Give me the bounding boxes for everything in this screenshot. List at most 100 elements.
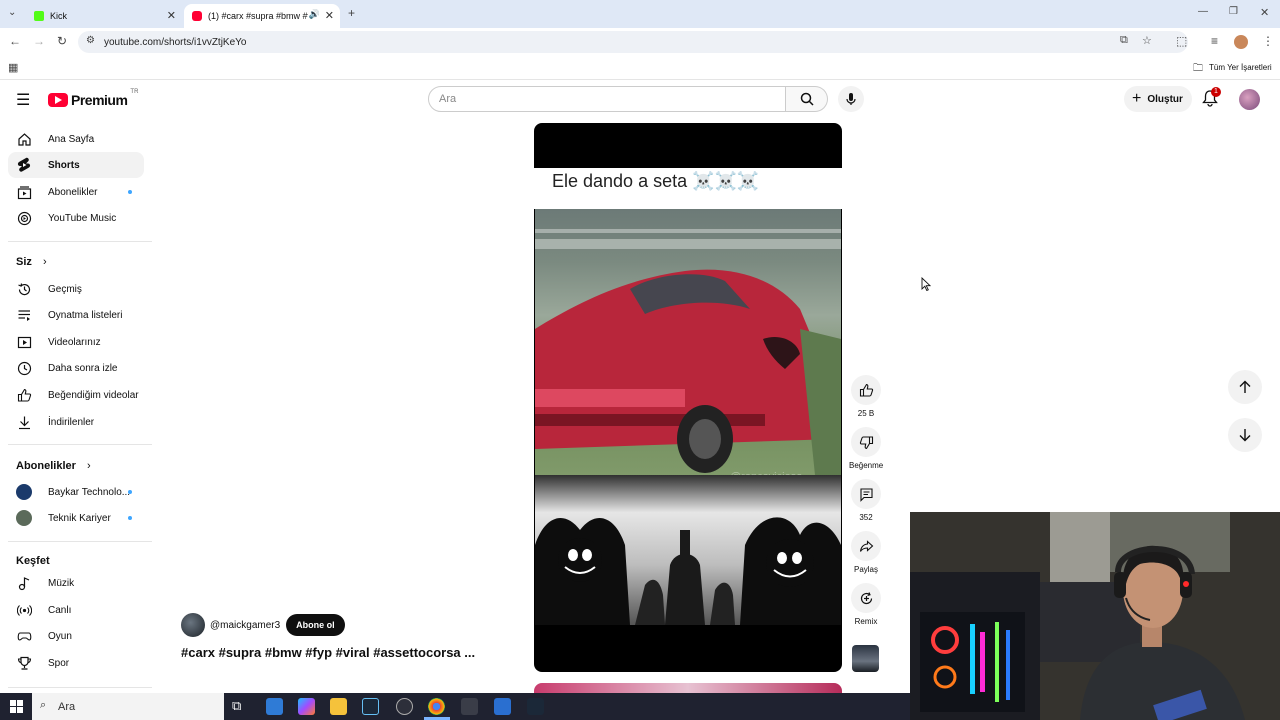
sidebar-item-playlists[interactable]: Oynatma listeleri	[8, 302, 144, 328]
dislike-label: Beğenme	[849, 461, 884, 470]
window-close-icon[interactable]: ✕	[1260, 6, 1269, 19]
app-icon-obs[interactable]	[396, 698, 413, 715]
app-icon-4[interactable]	[527, 698, 544, 715]
app-icon-3[interactable]	[494, 698, 511, 715]
sidebar-item-live[interactable]: Canlı	[8, 597, 144, 623]
taskbar-search-placeholder: Ara	[58, 700, 76, 713]
back-icon[interactable]: ←	[9, 34, 21, 48]
taskbar-search[interactable]: ⌕ Ara	[32, 693, 224, 720]
search-input[interactable]: Ara	[428, 86, 786, 112]
remix-button[interactable]	[851, 583, 881, 613]
bookmark-star-icon[interactable]: ☆	[1142, 34, 1152, 47]
steam-icon[interactable]	[362, 698, 379, 715]
sidebar-item-channel-teknik-kariyer[interactable]: Teknik Kariyer	[8, 505, 144, 531]
extensions-icon[interactable]: ⬚	[1176, 34, 1187, 48]
like-action[interactable]: 25 B	[849, 375, 883, 418]
menu-dots-icon[interactable]: ⋮	[1262, 34, 1274, 48]
dislike-button[interactable]	[851, 427, 881, 457]
short-title[interactable]: #carx #supra #bmw #fyp #viral #assettoco…	[181, 645, 475, 660]
sidebar-item-liked-videos[interactable]: Beğendiğim videolar	[8, 382, 144, 408]
tab-youtube[interactable]: (1) #carx #supra #bmw #fyp 🔊 ✕	[184, 4, 340, 28]
voice-search-button[interactable]	[838, 86, 864, 112]
sidebar-item-history[interactable]: Geçmiş	[8, 276, 144, 302]
sidebar-item-channel-baykar[interactable]: Baykar Technolo...	[8, 479, 144, 505]
profile-avatar[interactable]	[1234, 35, 1248, 49]
tab-search-icon[interactable]: ⌄	[8, 7, 16, 18]
sidebar-item-shorts[interactable]: Shorts	[8, 152, 144, 178]
chrome-icon[interactable]	[428, 698, 445, 715]
youtube-logo[interactable]: Premium TR	[48, 89, 139, 108]
new-tab-icon[interactable]: +	[348, 6, 355, 20]
comments-button[interactable]	[851, 479, 881, 509]
remix-action[interactable]: Remix	[849, 583, 883, 626]
create-button[interactable]: + Oluştur	[1124, 86, 1192, 112]
search-icon	[800, 92, 814, 106]
app-icon-1[interactable]	[266, 698, 283, 715]
sidebar-item-label: Geçmiş	[48, 283, 82, 295]
new-content-dot	[128, 490, 132, 494]
chevron-right-icon: ›	[42, 256, 47, 268]
minimize-icon[interactable]: —	[1198, 6, 1208, 17]
previous-short-button[interactable]	[1228, 370, 1262, 404]
all-bookmarks-label[interactable]: Tüm Yer İşaretleri	[1209, 63, 1272, 72]
subscriptions-section-header[interactable]: Abonelikler ›	[16, 460, 91, 472]
dislike-action[interactable]: Beğenme	[849, 427, 883, 470]
task-view-icon[interactable]: ⧉	[232, 698, 241, 714]
channel-name[interactable]: @maickgamer3	[210, 620, 280, 631]
forward-icon[interactable]: →	[33, 34, 45, 48]
share-button[interactable]	[851, 531, 881, 561]
you-section-header[interactable]: Siz ›	[16, 256, 47, 268]
explore-section-header: Keşfet	[16, 555, 50, 567]
sidebar-item-gaming[interactable]: Oyun	[8, 623, 144, 649]
subscribe-button[interactable]: Abone ol	[286, 614, 345, 636]
notifications-button[interactable]: 1	[1202, 87, 1221, 112]
media-control-icon[interactable]: ≡	[1211, 34, 1218, 48]
tab-kick[interactable]: Kick ✕	[26, 4, 182, 28]
sound-thumbnail[interactable]	[852, 645, 879, 672]
restore-icon[interactable]: ❐	[1229, 6, 1238, 17]
address-bar[interactable]: ⚙ youtube.com/shorts/i1vvZtjKeYo ⧉ ☆	[78, 31, 1188, 53]
logo-region: TR	[130, 89, 139, 95]
speaker-icon[interactable]: 🔊	[309, 9, 320, 20]
channel-avatar[interactable]	[181, 613, 205, 637]
windows-start-icon[interactable]	[10, 700, 23, 713]
sidebar-divider	[8, 444, 152, 445]
sidebar-item-label: Daha sonra izle	[48, 362, 118, 374]
sidebar-item-label: Müzik	[48, 577, 75, 589]
account-avatar[interactable]	[1239, 89, 1260, 110]
sidebar-item-downloads[interactable]: İndirilenler	[8, 409, 144, 435]
mouse-cursor-icon	[921, 277, 931, 291]
share-action[interactable]: Paylaş	[849, 531, 883, 574]
sidebar-item-music[interactable]: Müzik	[8, 570, 144, 596]
sidebar-item-label: Shorts	[48, 159, 80, 171]
sidebar-item-home[interactable]: Ana Sayfa	[8, 126, 144, 152]
sidebar-item-label: İndirilenler	[48, 416, 95, 428]
sidebar-item-subscriptions[interactable]: Abonelikler	[8, 179, 144, 205]
sidebar-item-your-videos[interactable]: Videolarınız	[8, 329, 144, 355]
section-title: Siz	[16, 256, 32, 268]
shorts-video-player[interactable]: Ele dando a seta ☠️☠️☠️ @roncovicioso	[534, 123, 842, 672]
hamburger-menu-icon[interactable]: ☰	[16, 90, 30, 110]
sidebar-item-sports[interactable]: Spor	[8, 650, 144, 676]
install-icon[interactable]: ⧉	[1120, 34, 1128, 47]
arrow-up-icon	[1239, 380, 1251, 393]
tab-close-icon[interactable]: ✕	[167, 9, 176, 22]
like-button[interactable]	[851, 375, 881, 405]
search-button[interactable]	[786, 86, 828, 112]
gaming-icon	[16, 628, 32, 644]
sidebar-item-youtube-music[interactable]: YouTube Music	[8, 205, 144, 231]
bookmarks-bar: ▦ 🗀 Tüm Yer İşaretleri	[0, 56, 1280, 80]
tab-close-icon[interactable]: ✕	[325, 9, 334, 22]
copilot-icon[interactable]	[298, 698, 315, 715]
sidebar-item-watch-later[interactable]: Daha sonra izle	[8, 355, 144, 381]
next-short-button[interactable]	[1228, 418, 1262, 452]
history-icon	[16, 281, 32, 297]
app-icon-2[interactable]	[461, 698, 478, 715]
file-explorer-icon[interactable]	[330, 698, 347, 715]
apps-grid-icon[interactable]: ▦	[8, 61, 18, 74]
like-icon	[16, 387, 32, 403]
reload-icon[interactable]: ↻	[57, 34, 67, 48]
site-info-icon[interactable]: ⚙	[86, 35, 95, 46]
comments-action[interactable]: 352	[849, 479, 883, 522]
sidebar-item-label: Canlı	[48, 604, 72, 616]
